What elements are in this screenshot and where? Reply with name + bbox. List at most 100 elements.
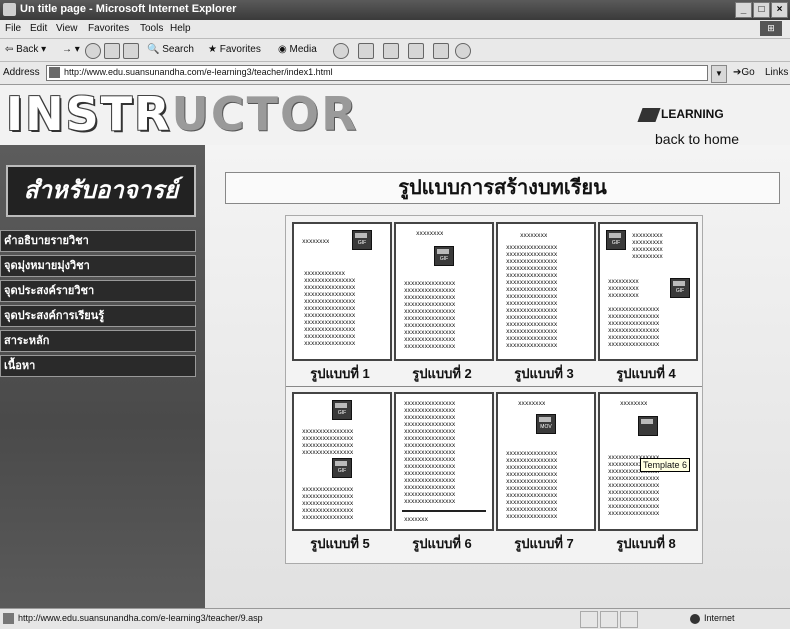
stop-icon[interactable] (85, 43, 101, 59)
go-label: Go (741, 67, 755, 78)
template-4-caption[interactable]: รูปแบบที่ 4 (596, 363, 696, 384)
discuss-icon[interactable] (433, 43, 449, 59)
print-icon[interactable] (383, 43, 399, 59)
title-part-light: UCTOR (171, 87, 359, 141)
toolbar: ⇦ Back ▾ → ▾ 🔍 Search ★ Favorites ◉ Medi… (0, 39, 790, 62)
template-7-thumbnail[interactable]: xxxxxxxx MOV xxxxxxxxxxxxxxx xxxxxxxxxxxx… (496, 392, 596, 531)
gif-image-icon: GIF (606, 230, 626, 250)
status-cell (620, 611, 638, 628)
template-5-caption[interactable]: รูปแบบที่ 5 (290, 533, 390, 554)
links-button[interactable]: Links (765, 67, 788, 78)
template-tooltip: Template 6 (640, 458, 691, 472)
menu-edit[interactable]: Edit (30, 23, 47, 34)
template-7-caption[interactable]: รูปแบบที่ 7 (494, 533, 594, 554)
address-input[interactable]: http://www.edu.suansunandha.com/e-learni… (46, 65, 708, 81)
banner: INSTRUCTOR LEARNING back to home (0, 85, 790, 147)
status-url: http://www.edu.suansunandha.com/e-learni… (18, 613, 263, 623)
history-icon[interactable] (333, 43, 349, 59)
sidebar-item-course-aim[interactable]: จุดมุ่งหมายมุ่งวิชา (0, 255, 196, 277)
address-dropdown[interactable]: ▼ (711, 65, 727, 83)
browser-window: Un title page - Microsoft Internet Explo… (0, 0, 790, 629)
template-8-title: xxxxxxxx (620, 400, 648, 407)
gif-icon-label: GIF (439, 256, 449, 262)
instructor-title: INSTRUCTOR (6, 87, 359, 141)
template-1-caption[interactable]: รูปแบบที่ 1 (290, 363, 390, 384)
template-2-caption[interactable]: รูปแบบที่ 2 (392, 363, 492, 384)
mov-video-icon: MOV (536, 414, 556, 434)
close-button[interactable]: × (771, 2, 788, 18)
page-content: INSTRUCTOR LEARNING back to home สำหรับอ… (0, 85, 790, 608)
back-button[interactable]: ⇦ Back ▾ (5, 44, 46, 55)
menu-view[interactable]: View (56, 23, 78, 34)
template-1-thumbnail[interactable]: xxxxxxxx GIF xxxxxxxxxxxx xxxxxxxxxxxxxxx… (292, 222, 392, 361)
search-button[interactable]: 🔍 Search (147, 44, 194, 55)
window-title: Un title page - Microsoft Internet Explo… (20, 3, 237, 15)
menu-help[interactable]: Help (170, 23, 191, 34)
gif-icon-label: GIF (611, 240, 621, 246)
gif-image-icon: GIF (434, 246, 454, 266)
template-7-title: xxxxxxxx (518, 400, 546, 407)
template-3-thumbnail[interactable]: xxxxxxxx xxxxxxxxxxxxxxx xxxxxxxxxxxxxxx x… (496, 222, 596, 361)
template-4-text-bottom: xxxxxxxxxxxxxxx xxxxxxxxxxxxxxx xxxxxxxxxx… (608, 306, 660, 348)
template-3-text-lines: xxxxxxxxxxxxxxx xxxxxxxxxxxxxxx xxxxxxxxxx… (506, 244, 558, 349)
forward-button[interactable]: → ▾ (62, 44, 80, 55)
template-6-footer: xxxxxxx (404, 516, 428, 523)
sidebar-item-learning-objectives[interactable]: จุดประสงค์การเรียนรู้ (0, 305, 196, 327)
template-1-title: xxxxxxxx (302, 238, 330, 245)
home-icon[interactable] (123, 43, 139, 59)
status-cell (580, 611, 598, 628)
edit-icon[interactable] (408, 43, 424, 59)
gif-image-icon: GIF (332, 400, 352, 420)
template-6-rule (402, 510, 486, 512)
template-4-thumbnail[interactable]: GIF xxxxxxxxx xxxxxxxxx xxxxxxxxx xxxxxxxxx… (598, 222, 698, 361)
menu-tools[interactable]: Tools (140, 23, 163, 34)
template-3-caption[interactable]: รูปแบบที่ 3 (494, 363, 594, 384)
minimize-button[interactable]: _ (735, 2, 752, 18)
favorites-label: Favorites (219, 44, 261, 55)
back-label: Back (16, 44, 39, 55)
gif-image-icon: GIF (332, 458, 352, 478)
mail-icon[interactable] (358, 43, 374, 59)
elearning-logo-text: LEARNING (661, 107, 724, 121)
favorites-button[interactable]: ★ Favorites (208, 44, 261, 55)
sidebar-item-main-content[interactable]: สาระหลัก (0, 330, 196, 352)
media-button[interactable]: ◉ Media (278, 44, 317, 55)
windows-flag-icon: ⊞ (760, 21, 782, 36)
gif-image-icon: GIF (352, 230, 372, 250)
template-grid: xxxxxxxx GIF xxxxxxxxxxxx xxxxxxxxxxxxxxx… (285, 215, 703, 564)
menu-bar: File Edit View Favorites Tools Help ⊞ (0, 20, 790, 39)
address-url: http://www.edu.suansunandha.com/e-learni… (64, 67, 333, 77)
template-3-title: xxxxxxxx (520, 232, 548, 239)
sidebar-header: สำหรับอาจารย์ (6, 165, 196, 217)
template-4-text-top: xxxxxxxxx xxxxxxxxx xxxxxxxxx xxxxxxxxx (632, 232, 663, 260)
sidebar-menu: คำอธิบายรายวิชา จุดมุ่งหมายมุ่งวิชา จุดป… (0, 230, 196, 380)
gif-image-icon: GIF (670, 278, 690, 298)
menu-favorites[interactable]: Favorites (88, 23, 129, 34)
go-button[interactable]: ➔Go (733, 67, 755, 78)
template-4-text-mid: xxxxxxxxx xxxxxxxxx xxxxxxxxx (608, 278, 639, 299)
template-2-title: xxxxxxxx (416, 230, 444, 237)
template-8-caption[interactable]: รูปแบบที่ 8 (596, 533, 696, 554)
page-icon (49, 67, 60, 78)
address-bar: Address http://www.edu.suansunandha.com/… (0, 62, 790, 85)
status-bar: http://www.edu.suansunandha.com/e-learni… (0, 608, 790, 629)
template-1-text-lines: xxxxxxxxxxxx xxxxxxxxxxxxxxx xxxxxxxxxxxxx… (304, 270, 356, 347)
template-5-thumbnail[interactable]: GIF xxxxxxxxxxxxxxx xxxxxxxxxxxxxxx xxxxxx… (292, 392, 392, 531)
sidebar-item-content[interactable]: เนื้อหา (0, 355, 196, 377)
sidebar-item-course-objectives[interactable]: จุดประสงค์รายวิชา (0, 280, 196, 302)
template-2-thumbnail[interactable]: xxxxxxxx GIF xxxxxxxxxxxxxxx xxxxxxxxxxxx… (394, 222, 494, 361)
template-6-text-lines: xxxxxxxxxxxxxxx xxxxxxxxxxxxxxx xxxxxxxxxx… (404, 400, 456, 505)
messenger-icon[interactable] (455, 43, 471, 59)
sidebar: สำหรับอาจารย์ คำอธิบายรายวิชา จุดมุ่งหมา… (0, 145, 205, 608)
template-6-thumbnail[interactable]: xxxxxxxxxxxxxxx xxxxxxxxxxxxxxx xxxxxxxxxx… (394, 392, 494, 531)
maximize-button[interactable]: □ (753, 2, 770, 18)
menu-file[interactable]: File (5, 23, 21, 34)
template-6-caption[interactable]: รูปแบบที่ 6 (392, 533, 492, 554)
elearning-logo-icon (637, 107, 661, 122)
sidebar-item-course-description[interactable]: คำอธิบายรายวิชา (0, 230, 196, 252)
address-label: Address (3, 67, 40, 78)
template-8-thumbnail[interactable]: xxxxxxxx xxxxxxxxxxxxxxx xxxxxxxxxxxxxxx x… (598, 392, 698, 531)
refresh-icon[interactable] (104, 43, 120, 59)
template-2-text-lines: xxxxxxxxxxxxxxx xxxxxxxxxxxxxxx xxxxxxxxxx… (404, 280, 456, 350)
page-heading: รูปแบบการสร้างบทเรียน (225, 172, 780, 204)
